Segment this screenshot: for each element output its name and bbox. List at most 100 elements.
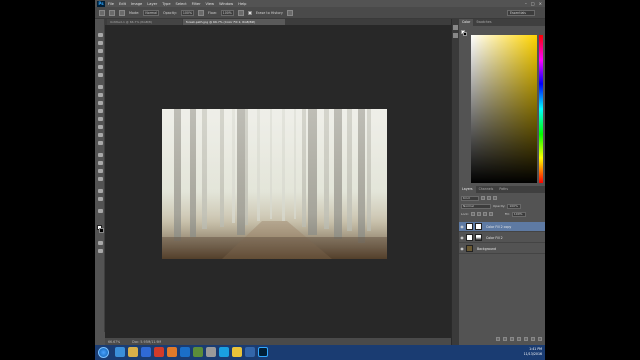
minimize-icon[interactable]: – (525, 1, 527, 6)
menu-filter[interactable]: Filter (192, 2, 201, 6)
tab-channels[interactable]: Channels (476, 186, 497, 193)
flow-field[interactable]: 100% (220, 9, 234, 16)
clone-stamp-tool-icon[interactable] (98, 101, 103, 105)
workspace-select[interactable]: Essentials (507, 10, 535, 16)
link-layers-icon[interactable] (496, 337, 500, 341)
dodge-tool-icon[interactable] (98, 141, 103, 145)
start-button[interactable] (98, 347, 109, 358)
gradient-tool-icon[interactable] (98, 125, 103, 129)
layer-color-fill-2[interactable]: ◉ Color Fill 2 (459, 233, 545, 243)
photoshop-taskbar-icon[interactable] (258, 347, 268, 357)
erase-history-checkbox[interactable] (247, 10, 252, 15)
skype-icon[interactable] (219, 347, 229, 357)
lasso-tool-icon[interactable] (98, 49, 103, 53)
color-panel-background[interactable] (463, 32, 467, 36)
new-adjustment-icon[interactable] (517, 337, 521, 341)
blend-mode-select[interactable]: Normal (461, 203, 491, 209)
menu-layer[interactable]: Layer (147, 2, 157, 6)
layer-opacity-field[interactable]: 100% (507, 203, 522, 209)
lock-all-icon[interactable] (488, 212, 493, 216)
color-picker-field[interactable] (471, 35, 537, 183)
brush-panel-icon[interactable] (119, 9, 125, 16)
pen-tool-icon[interactable] (98, 153, 103, 157)
tab-paths[interactable]: Paths (496, 186, 511, 193)
tool-icon[interactable] (206, 347, 216, 357)
folder-icon[interactable] (232, 347, 242, 357)
eyedropper-tool-icon[interactable] (98, 73, 103, 77)
menu-view[interactable]: View (206, 2, 215, 6)
close-icon[interactable]: × (539, 1, 542, 6)
zoom-tool-icon[interactable] (98, 197, 103, 201)
path-select-tool-icon[interactable] (98, 169, 103, 173)
menu-help[interactable]: Help (238, 2, 246, 6)
quick-mask-icon[interactable] (98, 241, 103, 245)
layer-mask-thumbnail[interactable] (475, 234, 482, 241)
lock-position-icon[interactable] (482, 212, 487, 216)
tab-layers[interactable]: Layers (459, 186, 476, 193)
brush-size-icon[interactable] (109, 9, 115, 16)
zoom-level[interactable]: 66.67% (108, 340, 120, 344)
chrome-icon[interactable] (154, 347, 164, 357)
system-tray-clock[interactable]: 1:41 PM 11/13/2016 (524, 347, 542, 357)
opacity-field[interactable]: 100% (180, 9, 194, 16)
airbrush-icon[interactable] (237, 9, 244, 16)
adjustment-filter-icon[interactable] (487, 196, 491, 200)
hand-tool-icon[interactable] (98, 189, 103, 193)
screen-mode-icon[interactable] (98, 249, 103, 253)
type-tool-icon[interactable] (98, 161, 103, 165)
history-panel-icon[interactable] (453, 25, 458, 30)
forest-image[interactable] (162, 109, 387, 259)
layer-style-icon[interactable] (503, 337, 507, 341)
fill-field[interactable]: 100% (511, 211, 526, 217)
menu-image[interactable]: Image (131, 2, 142, 6)
background-color-swatch[interactable] (99, 228, 104, 233)
pressure-size-icon[interactable] (286, 9, 293, 16)
properties-panel-icon[interactable] (453, 33, 458, 38)
kind-filter-select[interactable]: Kind (461, 195, 479, 201)
trash-icon[interactable] (538, 337, 542, 341)
menu-select[interactable]: Select (176, 2, 187, 6)
new-layer-icon[interactable] (531, 337, 535, 341)
blur-tool-icon[interactable] (98, 133, 103, 137)
ie-icon[interactable] (115, 347, 125, 357)
lock-transparent-icon[interactable] (470, 212, 475, 216)
new-group-icon[interactable] (524, 337, 528, 341)
layer-mask-thumbnail[interactable] (475, 223, 482, 230)
pressure-opacity-icon[interactable] (198, 9, 204, 16)
tab-swatches[interactable]: Swatches (473, 19, 494, 26)
outlook-icon[interactable] (180, 347, 190, 357)
brush-tool-icon[interactable] (98, 93, 103, 97)
maximize-icon[interactable]: □ (531, 1, 535, 6)
tab-color[interactable]: Color (459, 19, 474, 26)
visibility-eye-icon[interactable]: ◉ (459, 246, 465, 251)
media-icon[interactable] (141, 347, 151, 357)
eraser-preset-icon[interactable] (99, 9, 105, 16)
shape-tool-icon[interactable] (98, 177, 103, 181)
layer-color-fill-2-copy[interactable]: ◉ Color Fill 2 copy (459, 222, 545, 232)
explorer-icon[interactable] (128, 347, 138, 357)
hue-slider[interactable] (539, 35, 543, 183)
word-icon[interactable] (245, 347, 255, 357)
edit-toolbar-icon[interactable] (98, 209, 103, 213)
visibility-eye-icon[interactable]: ◉ (459, 235, 465, 240)
visibility-eye-icon[interactable]: ◉ (459, 224, 465, 229)
menu-type[interactable]: Type (162, 2, 170, 6)
menu-edit[interactable]: Edit (119, 2, 126, 6)
marquee-tool-icon[interactable] (98, 41, 103, 45)
firefox-icon[interactable] (167, 347, 177, 357)
crop-tool-icon[interactable] (98, 65, 103, 69)
layer-background[interactable]: ◉ Background (459, 244, 545, 254)
lock-pixels-icon[interactable] (476, 212, 481, 216)
history-brush-tool-icon[interactable] (98, 109, 103, 113)
menu-file[interactable]: File (108, 2, 114, 6)
eraser-tool-icon[interactable] (98, 117, 103, 121)
quick-select-tool-icon[interactable] (98, 57, 103, 61)
menu-window[interactable]: Window (219, 2, 233, 6)
healing-brush-tool-icon[interactable] (98, 85, 103, 89)
app-icon[interactable] (193, 347, 203, 357)
type-filter-icon[interactable] (493, 196, 497, 200)
add-mask-icon[interactable] (510, 337, 514, 341)
move-tool-icon[interactable] (98, 33, 103, 37)
canvas-area[interactable] (105, 25, 451, 338)
pixel-filter-icon[interactable] (481, 196, 485, 200)
